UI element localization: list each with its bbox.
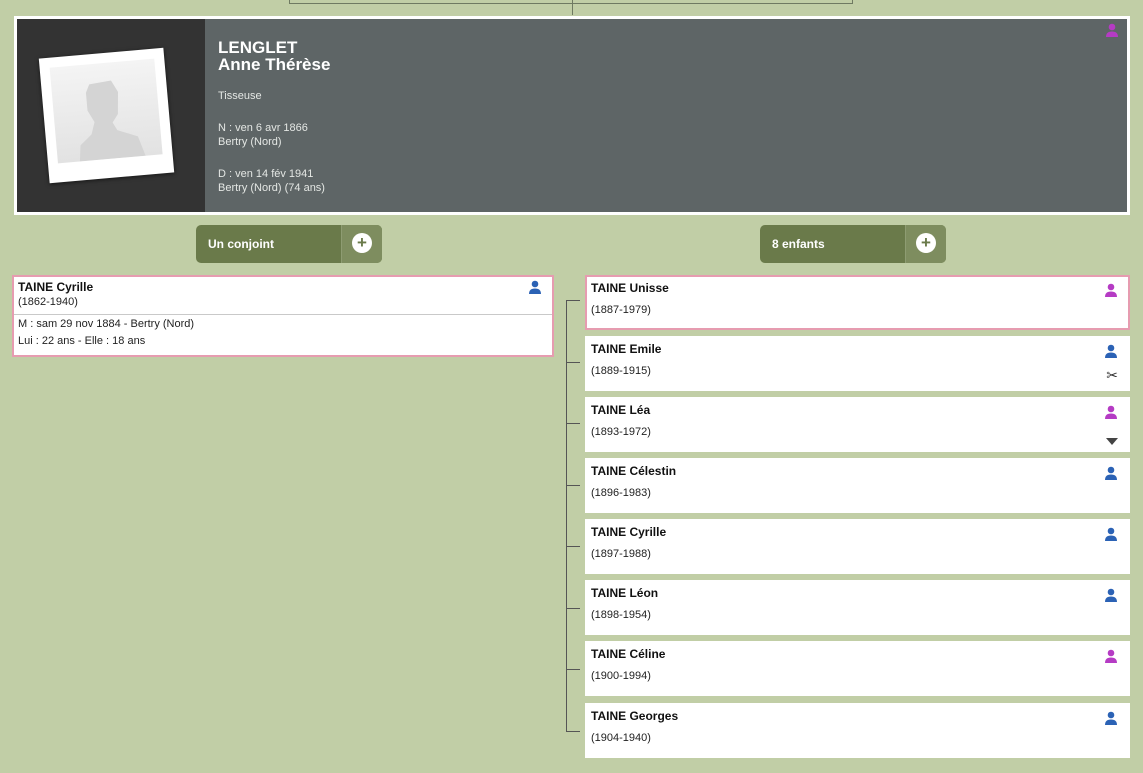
child-card[interactable]: TAINE Léa (1893-1972): [585, 397, 1130, 452]
children-button[interactable]: 8 enfants +: [760, 225, 946, 263]
child-name[interactable]: TAINE Céline: [591, 647, 665, 661]
male-user-icon: [1104, 711, 1118, 725]
child-connector-tick: [566, 423, 580, 424]
child-connector-tick: [566, 362, 580, 363]
female-user-icon: [1104, 649, 1118, 663]
add-child-button[interactable]: +: [905, 225, 946, 263]
child-card[interactable]: TAINE Emile (1889-1915) ✂: [585, 336, 1130, 391]
child-card[interactable]: TAINE Cyrille (1897-1988): [585, 519, 1130, 574]
female-user-icon: [1104, 283, 1118, 297]
parents-connector-drop: [572, 0, 573, 15]
spouse-dates: (1862-1940): [18, 296, 78, 308]
child-name[interactable]: TAINE Georges: [591, 709, 678, 723]
avatar-placeholder-icon: [79, 80, 146, 162]
child-card[interactable]: TAINE Georges (1904-1940): [585, 703, 1130, 758]
person-surname: LENGLET: [218, 38, 298, 57]
person-death-date: D : ven 14 fév 1941: [218, 168, 314, 180]
child-dates: (1900-1994): [591, 670, 651, 682]
child-connector-tick: [566, 608, 580, 609]
child-card[interactable]: TAINE Léon (1898-1954): [585, 580, 1130, 635]
photo-area: [17, 19, 205, 212]
spouse-name[interactable]: TAINE Cyrille: [18, 280, 93, 294]
child-dates: (1904-1940): [591, 732, 651, 744]
child-dates: (1893-1972): [591, 426, 651, 438]
person-occupation: Tisseuse: [218, 90, 262, 102]
child-name[interactable]: TAINE Cyrille: [591, 525, 666, 539]
male-user-icon: [528, 280, 542, 294]
child-dates: (1898-1954): [591, 609, 651, 621]
add-spouse-button[interactable]: +: [341, 225, 382, 263]
child-dates: (1896-1983): [591, 487, 651, 499]
children-connector: [566, 300, 567, 731]
child-dates: (1897-1988): [591, 548, 651, 560]
child-name[interactable]: TAINE Célestin: [591, 464, 676, 478]
child-connector-tick: [566, 546, 580, 547]
child-name[interactable]: TAINE Emile: [591, 342, 661, 356]
parents-connector: [289, 0, 853, 4]
person-birth-date: N : ven 6 avr 1866: [218, 122, 308, 134]
caret-down-icon[interactable]: [1106, 433, 1118, 447]
child-name[interactable]: TAINE Unisse: [591, 281, 669, 295]
person-given-name: Anne Thérèse: [218, 55, 331, 74]
children-count-label: 8 enfants: [772, 237, 825, 251]
scissors-icon[interactable]: ✂: [1106, 368, 1118, 382]
marriage-ages: Lui : 22 ans - Elle : 18 ans: [18, 335, 146, 347]
marriage-info: M : sam 29 nov 1884 - Bertry (Nord): [18, 318, 195, 330]
child-dates: (1887-1979): [591, 304, 651, 316]
spouses-count-label: Un conjoint: [208, 237, 274, 251]
female-user-icon: [1105, 23, 1119, 37]
male-user-icon: [1104, 466, 1118, 480]
male-user-icon: [1104, 527, 1118, 541]
person-photo[interactable]: [38, 47, 175, 184]
person-birth-place: Bertry (Nord): [218, 136, 282, 148]
spouses-button[interactable]: Un conjoint +: [196, 225, 382, 263]
plus-icon: +: [352, 233, 372, 253]
divider: [14, 314, 552, 315]
person-death-place: Bertry (Nord) (74 ans): [218, 182, 325, 194]
male-user-icon: [1104, 588, 1118, 602]
child-dates: (1889-1915): [591, 365, 651, 377]
child-connector-tick: [566, 485, 580, 486]
child-connector-tick: [566, 669, 580, 670]
child-card[interactable]: TAINE Célestin (1896-1983): [585, 458, 1130, 513]
male-user-icon: [1104, 344, 1118, 358]
child-card[interactable]: TAINE Unisse (1887-1979): [585, 275, 1130, 330]
child-connector-tick: [566, 731, 580, 732]
plus-icon: +: [916, 233, 936, 253]
spouse-card[interactable]: TAINE Cyrille (1862-1940) M : sam 29 nov…: [12, 275, 554, 357]
female-user-icon: [1104, 405, 1118, 419]
child-name[interactable]: TAINE Léa: [591, 403, 650, 417]
child-connector-tick: [566, 300, 580, 301]
child-name[interactable]: TAINE Léon: [591, 586, 658, 600]
main-person-card: LENGLET Anne Thérèse Tisseuse N : ven 6 …: [14, 16, 1130, 215]
child-card[interactable]: TAINE Céline (1900-1994): [585, 641, 1130, 696]
